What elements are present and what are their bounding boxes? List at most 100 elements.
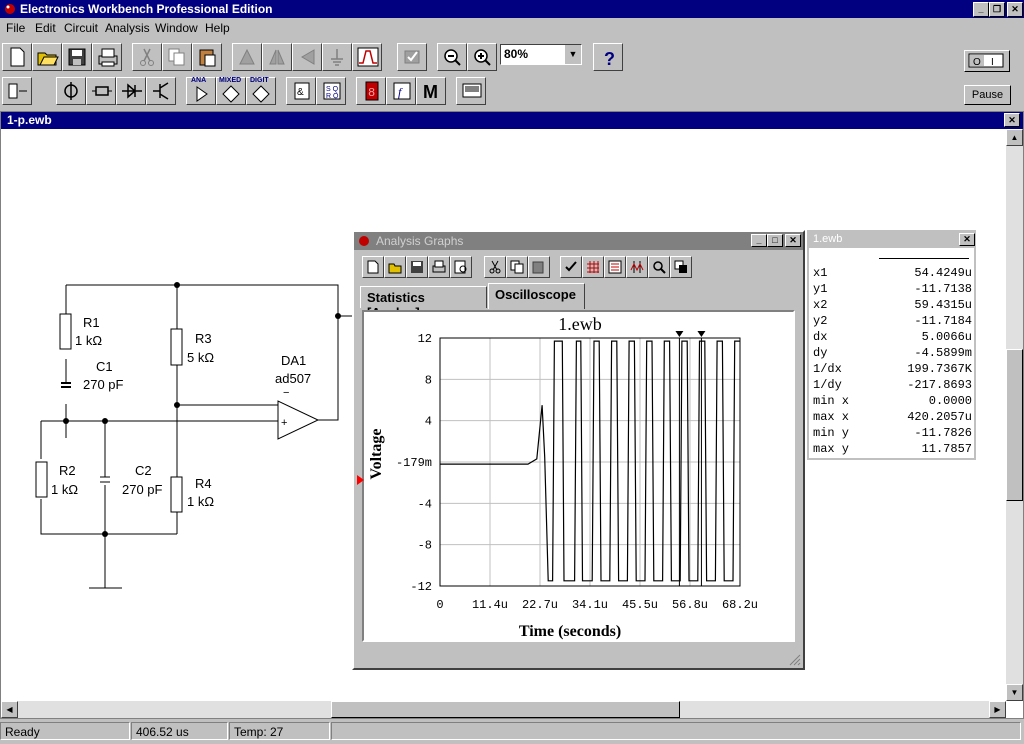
ag-print-button[interactable] <box>428 256 450 278</box>
r2-ref: R2 <box>59 463 76 478</box>
sources-bin-button[interactable] <box>56 77 86 105</box>
document-title: 1-p.ewb <box>7 113 52 127</box>
menu-help[interactable]: Help <box>205 21 230 35</box>
digital-ics-bin-button[interactable]: DIGIT <box>246 77 276 105</box>
ag-cursors-toggle-button[interactable] <box>626 256 648 278</box>
r3-ref: R3 <box>195 331 212 346</box>
menu-edit[interactable]: Edit <box>35 21 56 35</box>
cursor-row-key: min y <box>813 426 850 440</box>
svg-text:+: + <box>281 417 287 429</box>
seven-segment-icon: 8 <box>365 81 379 101</box>
indicators-bin-button[interactable]: 8 <box>356 77 386 105</box>
zoom-in-button[interactable] <box>467 43 497 71</box>
scroll-right-icon[interactable]: ▶ <box>989 701 1006 718</box>
menu-analysis[interactable]: Analysis <box>105 21 150 35</box>
print-button[interactable] <box>92 43 122 71</box>
open-button[interactable] <box>32 43 62 71</box>
tab-oscilloscope[interactable]: Oscilloscope <box>488 283 585 309</box>
ag-legend-toggle-button[interactable] <box>604 256 626 278</box>
transistors-bin-button[interactable] <box>146 77 176 105</box>
digital-bin-button[interactable]: S QR Q <box>316 77 346 105</box>
mixed-ics-bin-button[interactable]: MIXED <box>216 77 246 105</box>
save-button[interactable] <box>62 43 92 71</box>
menu-file[interactable]: File <box>6 21 25 35</box>
menu-circuit[interactable]: Circuit <box>64 21 98 35</box>
help-button[interactable]: ? <box>593 43 623 71</box>
vertical-scrollbar[interactable]: ▲ ▼ <box>1006 129 1023 701</box>
ag-open-button[interactable] <box>384 256 406 278</box>
printer-icon <box>432 260 446 273</box>
rotate-button[interactable] <box>232 43 262 71</box>
cursor-row-value: 199.7367K <box>907 362 972 376</box>
instruments-bin-button[interactable] <box>456 77 486 105</box>
ag-reverse-colors-button[interactable] <box>670 256 692 278</box>
cursor-row: x2 59.4315u <box>811 298 974 314</box>
copy-button[interactable] <box>162 43 192 71</box>
restore-icon[interactable]: ❐ <box>989 2 1005 17</box>
analog-bin-label: ANA <box>191 77 207 84</box>
resize-grip-icon[interactable] <box>789 654 801 666</box>
logic-gates-bin-button[interactable]: & <box>286 77 316 105</box>
subcircuit-button[interactable] <box>322 43 352 71</box>
ag-zoom-button[interactable] <box>648 256 670 278</box>
svg-text:M: M <box>423 82 438 101</box>
y-axis-label: Voltage <box>368 429 385 480</box>
cut-button[interactable] <box>132 43 162 71</box>
cursor-row-value: -4.5899m <box>914 346 972 360</box>
chevron-down-icon[interactable]: ▼ <box>564 45 581 64</box>
basic-bin-button[interactable] <box>86 77 116 105</box>
menu-window[interactable]: Window <box>155 21 198 35</box>
tab-statistics-analog[interactable]: Statistics [Analog] <box>360 286 487 320</box>
ag-grid-toggle-button[interactable] <box>582 256 604 278</box>
zoom-select[interactable]: 80% ▼ <box>500 44 582 65</box>
power-switch[interactable]: OI <box>964 50 1010 72</box>
ag-maximize-icon[interactable]: □ <box>767 234 783 247</box>
close-icon[interactable]: ✕ <box>1007 2 1023 17</box>
analysis-graphs-titlebar[interactable]: Analysis Graphs _ □ ✕ <box>354 232 803 250</box>
ag-print-preview-button[interactable] <box>450 256 472 278</box>
help-question-icon: ? <box>604 49 615 69</box>
analog-ics-bin-button[interactable]: ANA <box>186 77 216 105</box>
ag-minimize-icon[interactable]: _ <box>751 234 767 247</box>
transistor-icon <box>153 82 169 100</box>
cursor-window-titlebar[interactable]: 1.ewb ✕ <box>809 232 975 248</box>
ag-copy-button[interactable] <box>506 256 528 278</box>
paste-button[interactable] <box>192 43 222 71</box>
favorites-bin-button[interactable] <box>2 77 32 105</box>
cursor-row: 1/dx 199.7367K <box>811 362 974 378</box>
digital-bin-label: DIGIT <box>250 77 269 84</box>
ag-properties-button[interactable] <box>560 256 582 278</box>
cursor-row-key: max x <box>813 410 850 424</box>
document-close-icon[interactable]: ✕ <box>1004 113 1020 127</box>
ag-paste-button[interactable] <box>528 256 550 278</box>
x-axis-label: Time (seconds) <box>519 623 621 640</box>
scroll-left-icon[interactable]: ◀ <box>1 701 18 718</box>
minimize-icon[interactable]: _ <box>973 2 989 17</box>
graph-button[interactable] <box>352 43 382 71</box>
svg-text:&: & <box>297 87 304 98</box>
component-properties-button[interactable] <box>397 43 427 71</box>
source-icon <box>64 82 78 100</box>
paste-clipboard-icon <box>199 49 216 67</box>
miscellaneous-bin-button[interactable]: M <box>416 77 446 105</box>
cursor-window-close-icon[interactable]: ✕ <box>959 233 975 246</box>
pause-button[interactable]: Pause <box>964 85 1011 105</box>
properties-icon <box>565 261 577 272</box>
vertical-scroll-thumb[interactable] <box>1006 349 1023 501</box>
ag-save-button[interactable] <box>406 256 428 278</box>
flip-vertical-button[interactable] <box>292 43 322 71</box>
new-file-icon <box>367 260 379 274</box>
new-button[interactable] <box>2 43 32 71</box>
scroll-up-icon[interactable]: ▲ <box>1006 129 1023 146</box>
flip-horizontal-button[interactable] <box>262 43 292 71</box>
horizontal-scroll-thumb[interactable] <box>331 701 680 718</box>
ag-new-button[interactable] <box>362 256 384 278</box>
horizontal-scrollbar[interactable]: ◀ ▶ <box>1 701 1006 718</box>
zoom-out-button[interactable] <box>437 43 467 71</box>
parts-bin-icon <box>8 83 27 99</box>
controls-bin-button[interactable]: f <box>386 77 416 105</box>
ag-cut-button[interactable] <box>484 256 506 278</box>
diodes-bin-button[interactable] <box>116 77 146 105</box>
scroll-down-icon[interactable]: ▼ <box>1006 684 1023 701</box>
ag-close-icon[interactable]: ✕ <box>785 234 801 247</box>
